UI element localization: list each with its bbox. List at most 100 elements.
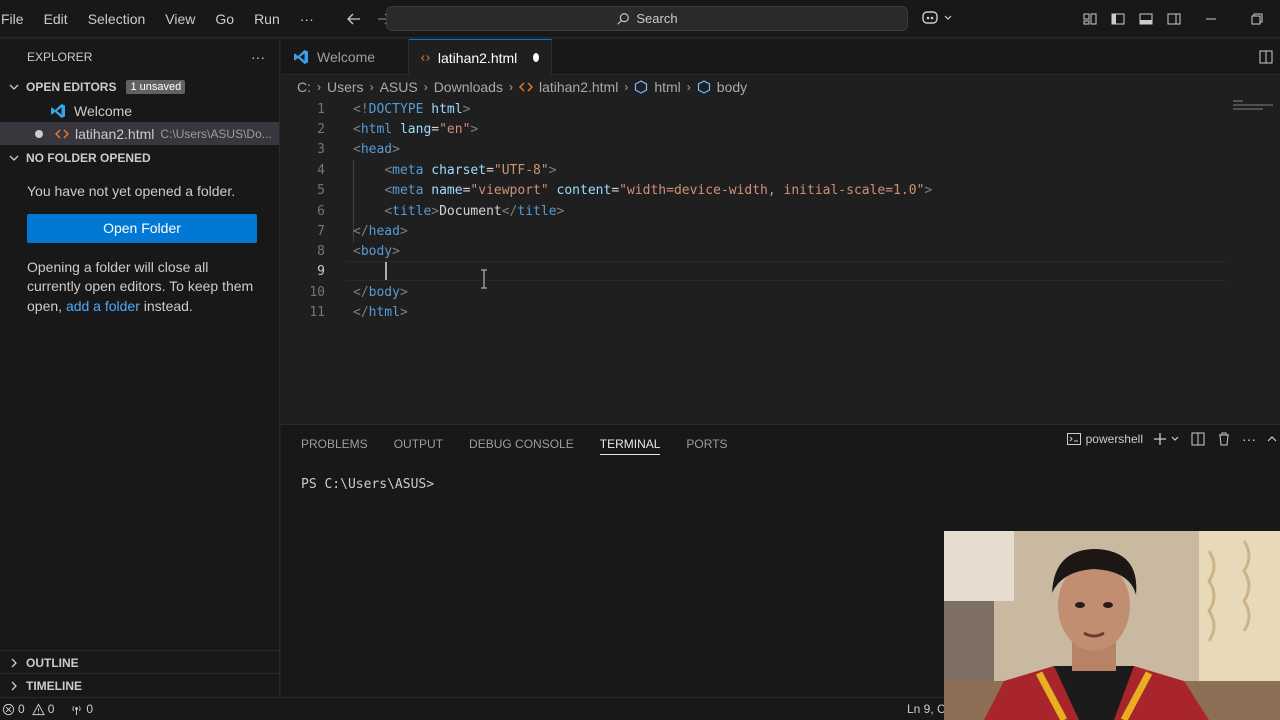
code-text: <title>Document</title>	[384, 203, 565, 219]
chevron-right-icon: ›	[423, 80, 428, 94]
menu-edit[interactable]: Edit	[34, 0, 78, 37]
add-folder-link[interactable]: add a folder	[66, 298, 140, 314]
tab-welcome[interactable]: Welcome	[281, 39, 409, 75]
timeline-section: TIMELINE	[0, 673, 279, 697]
tab-problems[interactable]: PROBLEMS	[301, 433, 368, 455]
tab-ports[interactable]: PORTS	[686, 433, 727, 455]
line-number: 3	[317, 141, 325, 157]
title-bar: File Edit Selection View Go Run ··· Sear…	[0, 0, 1280, 38]
broadcast-icon	[72, 705, 81, 715]
ports-count: 0	[86, 702, 94, 716]
menu-more[interactable]: ···	[290, 0, 324, 37]
symbol-element-icon	[635, 80, 648, 94]
new-terminal-button[interactable]	[1153, 432, 1180, 446]
chevron-down-icon	[1171, 436, 1179, 441]
menu-view[interactable]: View	[155, 0, 205, 37]
breadcrumb-item[interactable]: ASUS	[380, 79, 418, 95]
chevron-right-icon: ›	[686, 80, 691, 94]
back-arrow-icon[interactable]	[346, 11, 362, 27]
unsaved-dot-icon[interactable]	[35, 129, 43, 138]
no-folder-label: NO FOLDER OPENED	[26, 151, 151, 165]
menu-run[interactable]: Run	[244, 0, 290, 37]
code-text: <html lang="en">	[353, 121, 479, 137]
code-text: </body>	[353, 284, 408, 300]
unsaved-dot-icon[interactable]	[533, 53, 539, 62]
html-file-icon	[55, 128, 69, 139]
editor-tabs: Welcome latihan2.html	[281, 39, 1280, 75]
chevron-right-icon: ›	[369, 80, 374, 94]
outline-header[interactable]: OUTLINE	[0, 650, 279, 674]
breadcrumb-item[interactable]: html	[654, 79, 680, 95]
trash-icon[interactable]	[1216, 431, 1232, 447]
code-line: 6 <title>Document</title>	[281, 201, 1225, 221]
explorer-title: EXPLORER	[27, 50, 93, 64]
ports-indicator[interactable]: 0	[70, 702, 93, 716]
terminal-prompt[interactable]: PS C:\Users\ASUS>	[301, 477, 434, 492]
restore-icon[interactable]	[1234, 0, 1280, 38]
code-line: 9	[281, 261, 1225, 281]
code-text: </html>	[353, 304, 408, 320]
panel-more-button[interactable]: ···	[1242, 431, 1256, 447]
webcam-presenter-image	[944, 531, 1280, 720]
minimize-icon[interactable]	[1188, 0, 1234, 38]
toggle-panel-icon[interactable]	[1132, 0, 1160, 38]
mouse-ibeam-icon	[481, 269, 487, 289]
code-line: 11 </html>	[281, 302, 1225, 322]
nav-arrows	[346, 11, 392, 27]
line-number: 4	[317, 162, 325, 178]
warning-count: 0	[47, 702, 55, 716]
open-folder-button[interactable]: Open Folder	[27, 213, 257, 243]
line-number: 2	[317, 121, 325, 137]
code-line: 4 <meta charset="UTF-8">	[281, 160, 1225, 180]
open-editor-welcome[interactable]: Welcome	[0, 99, 279, 122]
chevron-right-icon	[8, 657, 20, 669]
shell-name[interactable]: powershell	[1086, 432, 1143, 446]
split-editor-icon[interactable]	[1252, 39, 1280, 75]
menu-file[interactable]: File	[0, 0, 34, 37]
breadcrumb-item[interactable]: latihan2.html	[539, 79, 618, 95]
tab-debug-console[interactable]: DEBUG CONSOLE	[469, 433, 574, 455]
tab-output[interactable]: OUTPUT	[394, 433, 443, 455]
open-editor-latihan2[interactable]: latihan2.html C:\Users\ASUS\Do...	[0, 122, 279, 145]
toggle-sidebar-icon[interactable]	[1104, 0, 1132, 38]
toggle-secondary-sidebar-icon[interactable]	[1160, 0, 1188, 38]
warning-icon	[31, 702, 45, 715]
tab-terminal[interactable]: TERMINAL	[599, 433, 661, 455]
code-text: <!DOCTYPE html>	[353, 101, 471, 117]
breadcrumb-item[interactable]: Downloads	[434, 79, 503, 95]
outline-label: OUTLINE	[26, 655, 79, 670]
copilot-icon[interactable]	[920, 9, 953, 27]
webcam-overlay	[944, 531, 1280, 720]
code-line: 5 <meta name="viewport" content="width=d…	[281, 180, 1225, 200]
tab-latihan2[interactable]: latihan2.html	[409, 39, 552, 75]
code-editor[interactable]: 1 <!DOCTYPE html> 2 <html lang="en"> 3 <…	[281, 98, 1280, 423]
problems-indicator[interactable]: 0 0	[0, 702, 54, 716]
customize-layout-icon[interactable]	[1076, 0, 1104, 38]
breadcrumb-item[interactable]: body	[717, 79, 747, 95]
timeline-label: TIMELINE	[26, 678, 82, 693]
line-number: 7	[317, 223, 325, 239]
search-label: Search	[636, 11, 678, 26]
vscode-logo-icon	[294, 50, 308, 64]
outline-section: OUTLINE	[0, 650, 279, 674]
search-icon	[617, 12, 630, 25]
menu-selection[interactable]: Selection	[78, 0, 156, 37]
cursor-position[interactable]: Ln 9, C	[907, 702, 946, 716]
text-cursor	[385, 262, 387, 280]
window-controls	[1076, 0, 1280, 38]
breadcrumb-item[interactable]: C:	[297, 79, 311, 95]
explorer-more-button[interactable]: ···	[251, 49, 265, 65]
no-folder-header[interactable]: NO FOLDER OPENED	[0, 146, 279, 170]
vscode-logo-icon	[51, 103, 65, 118]
line-number: 9	[317, 263, 325, 279]
menu-go[interactable]: Go	[205, 0, 244, 37]
open-editor-path: C:\Users\ASUS\Do...	[160, 126, 272, 141]
breadcrumb-item[interactable]: Users	[327, 79, 364, 95]
command-center-search[interactable]: Search	[386, 6, 908, 31]
open-editors-header[interactable]: OPEN EDITORS 1 unsaved	[0, 75, 279, 99]
timeline-header[interactable]: TIMELINE	[0, 673, 279, 697]
minimap[interactable]	[1233, 100, 1279, 114]
chevron-up-icon[interactable]	[1266, 433, 1278, 445]
split-terminal-icon[interactable]	[1190, 431, 1206, 447]
symbol-element-icon	[697, 80, 710, 94]
